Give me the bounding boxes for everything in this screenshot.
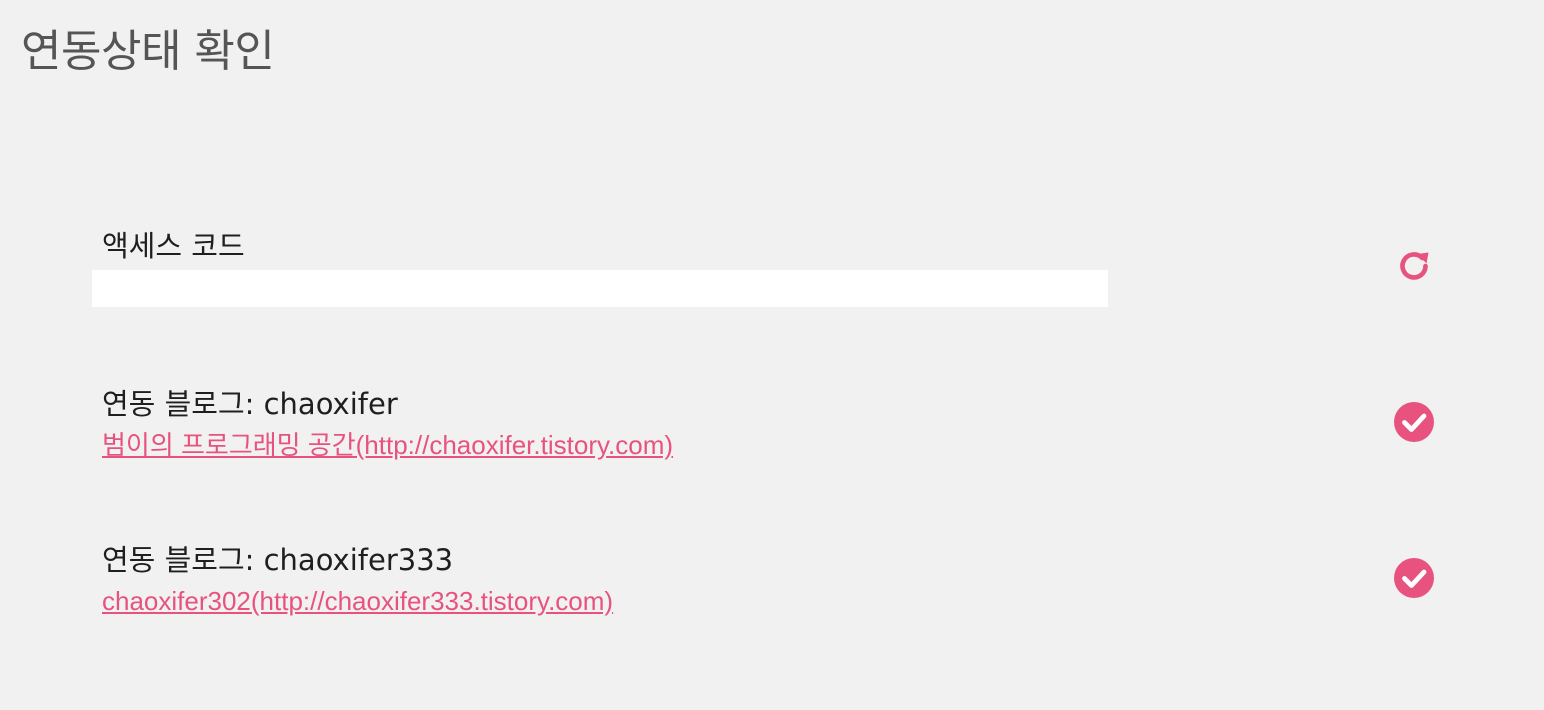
linked-blog-link[interactable]: chaoxifer302(http://chaoxifer333.tistory… xyxy=(102,584,613,618)
linked-blog-row: 연동 블로그: chaoxifer333 chaoxifer302(http:/… xyxy=(102,540,1442,620)
check-circle-icon xyxy=(1394,558,1434,598)
access-code-label: 액세스 코드 xyxy=(102,229,245,263)
linked-blog-label: 연동 블로그: chaoxifer333 xyxy=(102,543,454,577)
access-code-input[interactable] xyxy=(92,270,1108,307)
linked-blog-row: 연동 블로그: chaoxifer 범이의 프로그래밍 공간(http://ch… xyxy=(102,384,1442,464)
linked-blog-label: 연동 블로그: chaoxifer xyxy=(102,387,398,421)
check-circle-icon xyxy=(1394,402,1434,442)
refresh-icon[interactable] xyxy=(1393,245,1435,287)
page-title: 연동상태 확인 xyxy=(21,26,275,77)
linked-blog-link[interactable]: 범이의 프로그래밍 공간(http://chaoxifer.tistory.co… xyxy=(102,428,673,462)
